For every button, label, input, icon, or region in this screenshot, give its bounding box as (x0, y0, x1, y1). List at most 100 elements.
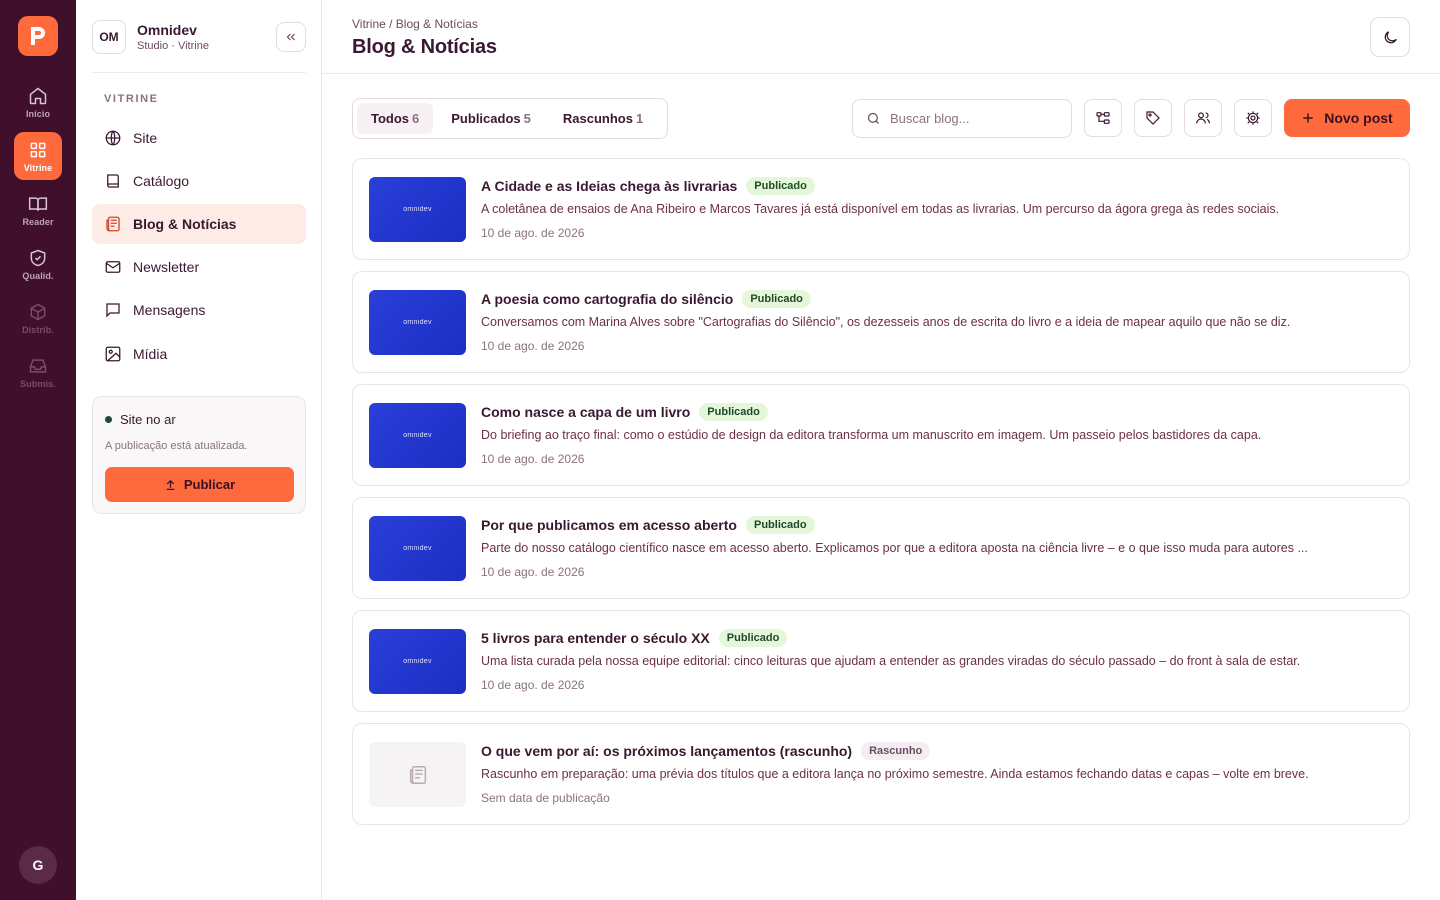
page-title: Blog & Notícias (352, 36, 497, 58)
post-date: 10 de ago. de 2026 (481, 565, 585, 579)
post-card[interactable]: omnidev Como nasce a capa de um livro Pub… (352, 384, 1410, 486)
mail-icon (104, 258, 122, 276)
post-description: Uma lista curada pela nossa equipe edito… (481, 654, 1301, 668)
status-title: Site no ar (120, 412, 176, 427)
rail-item-qualid[interactable]: Qualid. (14, 240, 62, 288)
status-badge: Publicado (746, 177, 815, 195)
post-card[interactable]: omnidev A poesia como cartografia do sil… (352, 271, 1410, 373)
thumbnail-logo: omnidev (403, 432, 432, 439)
sidebar-item-label: Blog & Notícias (133, 216, 237, 232)
post-thumbnail: omnidev (369, 177, 466, 242)
gear-icon (1246, 111, 1260, 125)
moon-icon (1384, 30, 1397, 43)
theme-toggle-button[interactable] (1370, 17, 1410, 57)
post-date: 10 de ago. de 2026 (481, 339, 585, 353)
sidebar-item-site[interactable]: Site (92, 118, 306, 158)
rail-item-reader[interactable]: Reader (14, 186, 62, 234)
rail-item-label: Submis. (20, 378, 56, 389)
post-title-text: Como nasce a capa de um livro (481, 404, 691, 420)
tab-todos[interactable]: Todos 6 (357, 103, 434, 134)
rail-item-submis[interactable]: Submis. (14, 348, 62, 396)
post-title: A poesia como cartografia do silêncio Pub… (481, 290, 811, 308)
sidebar-item-newsletter[interactable]: Newsletter (92, 247, 306, 287)
tab-count: 1 (635, 111, 644, 126)
post-thumbnail: omnidev (369, 403, 466, 468)
divider (92, 72, 306, 73)
thumbnail-logo: omnidev (403, 545, 432, 552)
users-icon (1196, 112, 1210, 124)
workspace-switcher[interactable]: OM Omnidev Studio · Vitrine (92, 20, 306, 56)
tab-publicados[interactable]: Publicados 5 (437, 103, 545, 134)
tags-button[interactable] (1134, 99, 1172, 137)
thumbnail-logo: omnidev (403, 658, 432, 665)
tab-rascunhos[interactable]: Rascunhos 1 (549, 103, 657, 134)
post-date: 10 de ago. de 2026 (481, 678, 585, 692)
chevrons-left-icon (286, 33, 295, 41)
post-title: 5 livros para entender o século XX Public… (481, 629, 788, 647)
page-header: Vitrine / Blog & Notícias Blog & Notícia… (322, 0, 1440, 74)
post-title: Como nasce a capa de um livro Publicado (481, 403, 768, 421)
status-badge: Publicado (718, 629, 788, 647)
rail-item-label: Qualid. (22, 270, 54, 281)
rail-item-label: Reader (22, 216, 54, 227)
filter-tabs: Todos 6 Publicados 5 Rascunhos 1 (352, 98, 668, 139)
open-book-icon (28, 196, 48, 211)
tab-label: Publicados (451, 111, 521, 126)
publish-label: Publicar (183, 477, 236, 492)
post-card[interactable]: O que vem por aí: os próximos lançamento… (352, 723, 1410, 825)
rail-item-label: Distrib. (22, 324, 54, 335)
post-card[interactable]: omnidev A Cidade e as Ideias chega às li… (352, 158, 1410, 260)
categories-button[interactable] (1084, 99, 1122, 137)
tab-count: 5 (523, 111, 531, 126)
settings-button[interactable] (1234, 99, 1272, 137)
app-rail: Início Vitrine Reader Qualid. Distrib. S… (0, 0, 76, 900)
newspaper-icon (409, 765, 426, 784)
rail-item-inicio[interactable]: Início (14, 78, 62, 126)
post-title-text: A Cidade e as Ideias chega às livrarias (481, 178, 738, 194)
tab-label: Rascunhos (562, 111, 633, 126)
sidebar-item-label: Newsletter (133, 259, 200, 275)
post-title-text: A poesia como cartografia do silêncio (481, 291, 734, 307)
post-card[interactable]: omnidev 5 livros para entender o século … (352, 610, 1410, 712)
post-title: A Cidade e as Ideias chega às livrarias P… (481, 177, 815, 195)
post-card[interactable]: omnidev Por que publicamos em acesso abe… (352, 497, 1410, 599)
sidebar-item-blog[interactable]: Blog & Notícias (92, 204, 306, 244)
post-thumbnail: omnidev (369, 629, 466, 694)
new-post-button[interactable]: Novo post (1284, 99, 1410, 137)
image-icon (104, 345, 122, 363)
message-icon (104, 301, 122, 319)
app-logo[interactable] (18, 16, 58, 56)
site-status-card: Site no ar A publicação está atualizada.… (92, 396, 306, 514)
post-description: A coletânea de ensaios de Ana Ribeiro e … (481, 202, 1280, 216)
post-title-text: 5 livros para entender o século XX (481, 630, 710, 646)
authors-button[interactable] (1184, 99, 1222, 137)
status-badge: Publicado (699, 403, 768, 421)
post-date: 10 de ago. de 2026 (481, 226, 585, 240)
secondary-sidebar: OM Omnidev Studio · Vitrine VITRINE Site… (76, 0, 322, 900)
post-date: 10 de ago. de 2026 (481, 452, 585, 466)
section-label: VITRINE (104, 93, 159, 105)
rail-item-label: Vitrine (23, 162, 53, 173)
rail-item-distrib[interactable]: Distrib. (14, 294, 62, 342)
grid-icon (30, 142, 46, 157)
sidebar-item-label: Mensagens (133, 302, 206, 318)
search-input[interactable] (890, 111, 1060, 126)
post-date: Sem data de publicação (481, 791, 610, 805)
post-title: O que vem por aí: os próximos lançamento… (481, 742, 931, 760)
sidebar-item-label: Site (133, 130, 158, 146)
workspace-subtitle: Studio · Vitrine (137, 40, 209, 52)
search-icon (867, 112, 879, 124)
search-box (852, 99, 1072, 138)
post-description: Conversamos com Marina Alves sobre "Cart… (481, 315, 1291, 329)
box-icon (30, 303, 46, 320)
post-thumbnail: omnidev (369, 516, 466, 581)
sidebar-item-midia[interactable]: Mídia (92, 334, 306, 374)
sidebar-item-catalogo[interactable]: Catálogo (92, 161, 306, 201)
user-avatar[interactable]: G (19, 846, 57, 884)
publish-button[interactable]: Publicar (105, 467, 294, 502)
sidebar-item-mensagens[interactable]: Mensagens (92, 290, 306, 330)
workspace-badge: OM (92, 20, 126, 54)
collapse-sidebar-button[interactable] (276, 22, 306, 52)
rail-item-vitrine[interactable]: Vitrine (14, 132, 62, 180)
status-subtitle: A publicação está atualizada. (105, 440, 248, 452)
